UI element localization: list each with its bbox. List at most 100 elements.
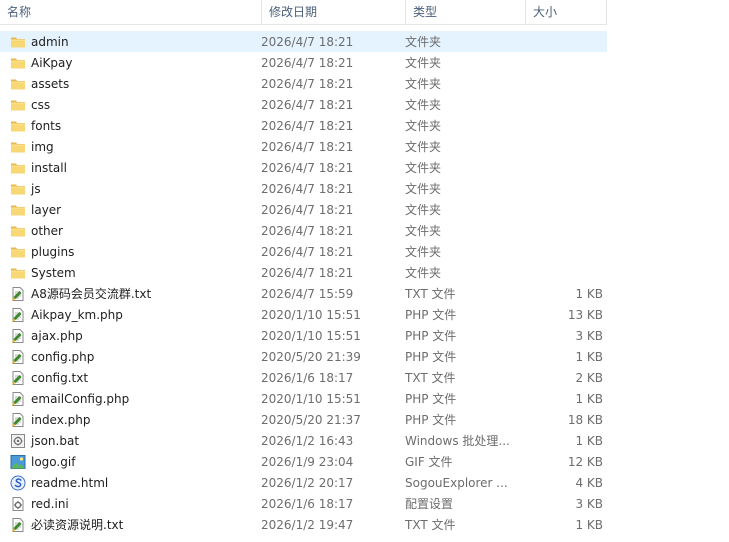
file-name-cell: fonts (1, 118, 261, 134)
file-size: 1 KB (575, 349, 603, 364)
file-type: TXT 文件 (405, 371, 456, 385)
column-header-size-label: 大小 (533, 5, 558, 19)
file-name: fonts (31, 118, 62, 133)
file-name-cell: plugins (1, 244, 261, 260)
file-name-cell: config.txt (1, 370, 261, 386)
file-type: 文件夹 (405, 245, 442, 259)
sort-ascending-icon: ^ (127, 0, 135, 3)
file-name: A8源码会员交流群.txt (31, 287, 152, 301)
file-date: 2026/4/7 18:21 (261, 244, 354, 259)
file-name-cell: AiKpay (1, 55, 261, 71)
file-row[interactable]: assets 2026/4/7 18:21 文件夹 (0, 73, 607, 94)
file-type: 配置设置 (405, 497, 454, 511)
file-name: admin (31, 34, 69, 49)
file-name-cell: Aikpay_km.php (1, 307, 261, 323)
file-date: 2020/1/10 15:51 (261, 391, 361, 406)
file-name: logo.gif (31, 454, 76, 469)
file-name-cell: assets (1, 76, 261, 92)
file-explorer: 名称 ^ 修改日期 类型 大小 admin2026/4/7 18:21文件夹Ai… (0, 0, 729, 542)
file-row[interactable]: 必读资源说明.txt 2026/1/2 19:47 TXT 文件 1 KB (0, 514, 607, 535)
file-name: ajax.php (31, 328, 83, 343)
file-size: 1 KB (575, 286, 603, 301)
folder-icon (10, 97, 26, 113)
folder-icon (10, 118, 26, 134)
file-date: 2020/1/10 15:51 (261, 328, 361, 343)
file-date: 2026/4/7 18:21 (261, 139, 354, 154)
file-size: 2 KB (575, 370, 603, 385)
file-date: 2026/1/2 19:47 (261, 517, 354, 532)
file-row[interactable]: logo.gif 2026/1/9 23:04 GIF 文件 12 KB (0, 451, 607, 472)
file-row[interactable]: layer 2026/4/7 18:21 文件夹 (0, 199, 607, 220)
file-type: 文件夹 (405, 98, 442, 112)
file-date: 2026/4/7 18:21 (261, 160, 354, 175)
file-row[interactable]: json.bat 2026/1/2 16:43 Windows 批处理... 1 KB (0, 430, 607, 451)
file-row[interactable]: config.txt 2026/1/6 18:17 TXT 文件 2 KB (0, 367, 607, 388)
column-header-type-label: 类型 (413, 5, 438, 19)
file-name: AiKpay (31, 55, 73, 70)
file-row[interactable]: css 2026/4/7 18:21 文件夹 (0, 94, 607, 115)
folder-icon (10, 139, 26, 155)
file-row[interactable]: ajax.php 2020/1/10 15:51 PHP 文件 3 KB (0, 325, 607, 346)
file-type: 文件夹 (405, 56, 442, 70)
file-name-cell: layer (1, 202, 261, 218)
file-row[interactable]: other 2026/4/7 18:21 文件夹 (0, 220, 607, 241)
file-row[interactable]: install 2026/4/7 18:21 文件夹 (0, 157, 607, 178)
file-name: readme.html (31, 475, 109, 490)
file-row[interactable]: js 2026/4/7 18:21 文件夹 (0, 178, 607, 199)
file-name: assets (31, 76, 70, 91)
file-name-cell: readme.html (1, 475, 261, 491)
text-file-icon (10, 328, 26, 344)
text-file-icon (10, 286, 26, 302)
text-file-icon (10, 370, 26, 386)
column-header-size[interactable]: 大小 (526, 0, 607, 24)
file-name-cell: emailConfig.php (1, 391, 261, 407)
file-row[interactable]: img 2026/4/7 18:21 文件夹 (0, 136, 607, 157)
file-size: 18 KB (567, 412, 603, 427)
file-date: 2026/1/9 23:04 (261, 454, 354, 469)
file-name-cell: js (1, 181, 261, 197)
file-row[interactable]: A8源码会员交流群.txt 2026/4/7 15:59 TXT 文件 1 KB (0, 283, 607, 304)
column-header-name[interactable]: 名称 ^ (0, 0, 262, 24)
folder-icon (10, 265, 26, 281)
file-type: GIF 文件 (405, 455, 453, 469)
file-row[interactable]: readme.html 2026/1/2 20:17 SogouExplorer .… (0, 472, 607, 493)
column-header-type[interactable]: 类型 (406, 0, 526, 24)
file-date: 2026/4/7 18:21 (261, 118, 354, 133)
column-header-bar: 名称 ^ 修改日期 类型 大小 (0, 0, 607, 25)
column-header-name-label: 名称 (7, 5, 32, 19)
file-row[interactable]: config.php 2020/5/20 21:39 PHP 文件 1 KB (0, 346, 607, 367)
folder-icon (10, 202, 26, 218)
file-row[interactable]: fonts 2026/4/7 18:21 文件夹 (0, 115, 607, 136)
file-date: 2026/4/7 18:21 (261, 55, 354, 70)
file-type: 文件夹 (405, 119, 442, 133)
folder-icon (10, 76, 26, 92)
file-type: TXT 文件 (405, 287, 456, 301)
file-name: 必读资源说明.txt (31, 518, 124, 532)
folder-icon (10, 55, 26, 71)
file-name-cell: ajax.php (1, 328, 261, 344)
file-date: 2026/4/7 18:21 (261, 181, 354, 196)
file-date: 2026/4/7 18:21 (261, 223, 354, 238)
file-name: img (31, 139, 54, 154)
file-row[interactable]: red.ini 2026/1/6 18:17 配置设置 3 KB (0, 493, 607, 514)
text-file-icon (10, 412, 26, 428)
column-header-date[interactable]: 修改日期 (262, 0, 406, 24)
file-type: Windows 批处理... (405, 434, 510, 448)
file-row[interactable]: index.php 2020/5/20 21:37 PHP 文件 18 KB (0, 409, 607, 430)
file-row[interactable]: admin 2026/4/7 18:21 文件夹 (0, 31, 607, 52)
file-name: config.php (31, 349, 95, 364)
file-row[interactable]: plugins 2026/4/7 18:21 文件夹 (0, 241, 607, 262)
file-name-cell: logo.gif (1, 454, 261, 470)
file-date: 2026/4/7 18:21 (261, 202, 354, 217)
file-row[interactable]: AiKpay 2026/4/7 18:21 文件夹 (0, 52, 607, 73)
file-row[interactable]: emailConfig.php 2020/1/10 15:51 PHP 文件 1 KB (0, 388, 607, 409)
text-file-icon (10, 517, 26, 533)
file-type: TXT 文件 (405, 518, 456, 532)
folder-icon (10, 181, 26, 197)
file-row[interactable]: System 2026/4/7 18:21 文件夹 (0, 262, 607, 283)
file-name-cell: install (1, 160, 261, 176)
file-name-cell: css (1, 97, 261, 113)
file-size: 12 KB (567, 454, 603, 469)
file-row[interactable]: Aikpay_km.php 2020/1/10 15:51 PHP 文件 13 KB (0, 304, 607, 325)
file-size: 4 KB (575, 475, 603, 490)
